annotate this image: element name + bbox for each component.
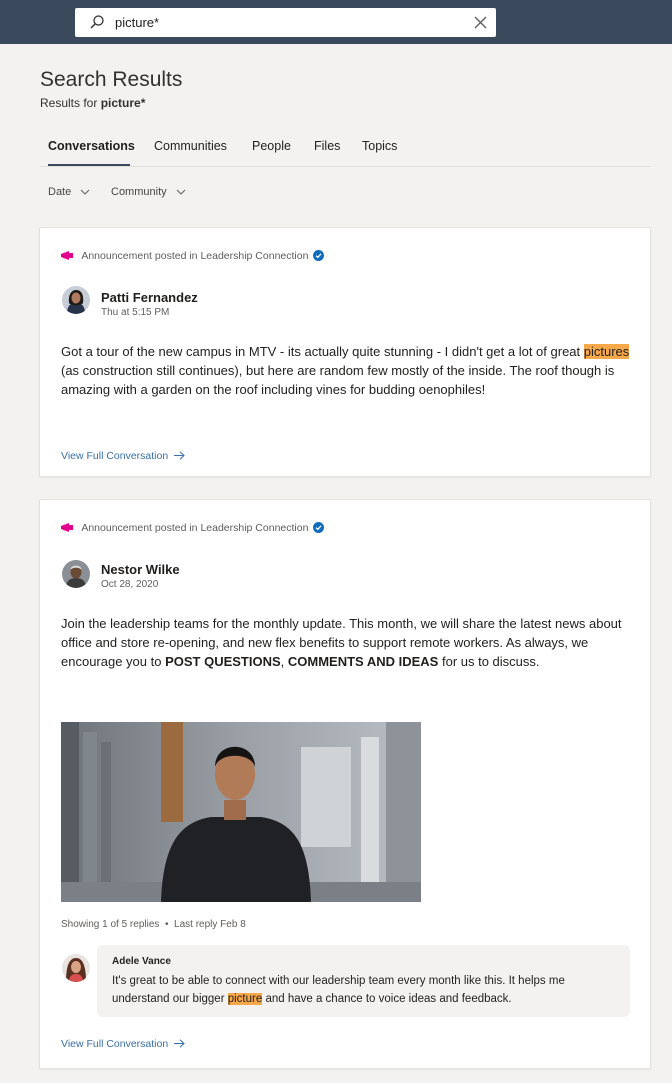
view-full-conversation-link[interactable]: View Full Conversation (61, 450, 185, 462)
post-body: Join the leadership teams for the monthl… (61, 614, 636, 671)
conversation-card: Announcement posted in Leadership Connec… (39, 499, 651, 1069)
community-link[interactable]: Leadership Connection (200, 250, 308, 262)
search-icon (90, 15, 104, 29)
date-filter[interactable]: Date (48, 186, 90, 198)
search-input[interactable] (115, 12, 445, 33)
view-full-conversation-link[interactable]: View Full Conversation (61, 1038, 185, 1050)
avatar[interactable] (62, 286, 90, 314)
megaphone-icon (61, 251, 73, 260)
megaphone-icon (61, 523, 73, 532)
post-time: Oct 28, 2020 (101, 579, 159, 590)
meta-prefix: Announcement posted in (81, 250, 198, 262)
post-text: for us to discuss. (438, 654, 540, 669)
last-reply: Last reply Feb 8 (174, 919, 246, 930)
reply-bubble: Adele Vance It's great to be able to con… (97, 945, 630, 1017)
tab-people[interactable]: People (252, 139, 291, 153)
post-text-bold: COMMENTS AND IDEAS (287, 654, 439, 669)
tab-topics[interactable]: Topics (362, 139, 397, 153)
view-link-label: View Full Conversation (61, 450, 169, 462)
separator-dot: • (164, 919, 169, 930)
reply-author[interactable]: Adele Vance (112, 956, 171, 967)
tab-files[interactable]: Files (314, 139, 340, 153)
tab-communities[interactable]: Communities (154, 139, 227, 153)
arrow-right-icon (174, 451, 185, 460)
post-meta: Announcement posted in Leadership Connec… (61, 250, 325, 262)
verified-badge-icon (313, 250, 325, 261)
verified-badge-icon (313, 522, 325, 533)
arrow-right-icon (174, 1039, 185, 1048)
chevron-down-icon (176, 189, 186, 195)
tab-conversations[interactable]: Conversations (48, 139, 135, 153)
result-tabs: Conversations Communities People Files T… (40, 136, 651, 167)
active-tab-indicator (48, 164, 130, 166)
post-text: , (280, 654, 288, 669)
video-thumbnail[interactable] (61, 722, 421, 902)
post-body: Got a tour of the new campus in MTV - it… (61, 342, 636, 399)
view-link-label: View Full Conversation (61, 1038, 169, 1050)
author-name[interactable]: Patti Fernandez (101, 290, 198, 305)
results-for-label: Results for (40, 96, 98, 110)
search-highlight: pictures (583, 344, 630, 359)
meta-prefix: Announcement posted in (81, 522, 198, 534)
community-filter[interactable]: Community (111, 186, 186, 198)
author-name[interactable]: Nestor Wilke (101, 562, 180, 577)
date-filter-label: Date (48, 186, 72, 198)
community-link[interactable]: Leadership Connection (200, 522, 308, 534)
post-meta: Announcement posted in Leadership Connec… (61, 522, 325, 534)
chevron-down-icon (80, 189, 90, 195)
results-for: Results for picture* (40, 96, 145, 110)
search-box[interactable] (75, 8, 496, 37)
top-bar (0, 0, 672, 44)
reply-text: It's great to be able to connect with ou… (112, 972, 622, 1008)
community-filter-label: Community (111, 186, 167, 198)
conversation-card: Announcement posted in Leadership Connec… (39, 227, 651, 477)
search-highlight: picture (227, 993, 263, 1005)
avatar[interactable] (62, 560, 90, 588)
post-text: (as construction still continues), but h… (61, 363, 615, 397)
reply-text-part: and have a chance to voice ideas and fee… (262, 993, 512, 1005)
avatar[interactable] (62, 954, 90, 982)
post-time: Thu at 5:15 PM (101, 307, 170, 318)
replies-info: Showing 1 of 5 replies • Last reply Feb … (61, 919, 246, 930)
results-query: picture* (100, 96, 146, 110)
page-title: Search Results (40, 68, 183, 91)
post-text-bold: POST QUESTIONS (165, 654, 281, 669)
replies-count: Showing 1 of 5 replies (61, 919, 160, 930)
post-text: Got a tour of the new campus in MTV - it… (61, 344, 584, 359)
close-icon[interactable] (474, 16, 487, 29)
